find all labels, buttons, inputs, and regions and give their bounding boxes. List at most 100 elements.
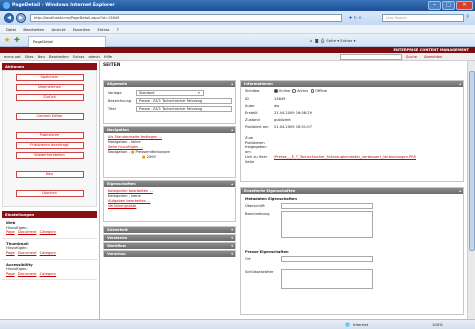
radio-offline-label[interactable]: Offline <box>315 89 327 93</box>
menu-bearbeiten[interactable]: Bearbeiten <box>23 27 44 32</box>
apply-button[interactable]: Übernehmen <box>15 84 84 91</box>
collapse-icon[interactable]: ▴ <box>231 81 233 87</box>
cms-menu-item[interactable]: admin <box>88 55 99 59</box>
zoom-level[interactable]: 100% <box>432 320 443 329</box>
template-select[interactable]: Standard <box>136 90 204 96</box>
publish-button[interactable]: Publizieren <box>15 132 84 139</box>
print-icon[interactable]: ⎙ <box>321 38 324 43</box>
designation-input[interactable]: Presse - E&T: Tschechischer Fahrzeug <box>136 98 232 104</box>
expand-icon[interactable]: ▾ <box>231 227 233 233</box>
cms-menu-item[interactable]: Bearbeiten <box>49 55 69 59</box>
versions-panel[interactable]: Versionen ▾ <box>103 234 236 241</box>
collapse-icon[interactable]: ▴ <box>459 188 461 194</box>
expand-icon[interactable]: ▾ <box>231 251 233 257</box>
delete-button[interactable]: Löschen <box>15 190 84 197</box>
tab-pagedetail[interactable]: PageDetail <box>28 36 106 47</box>
request-publish-button[interactable]: Publizieren beantragt <box>15 142 84 149</box>
refresh-stop-icons[interactable]: ✚ ↻ ✕ <box>349 14 377 22</box>
navigation-path-year[interactable]: 2009 <box>147 155 156 159</box>
back-button[interactable]: Zurück <box>15 94 84 101</box>
cms-menu-item[interactable]: ecms.net <box>4 55 21 59</box>
security-panel-title[interactable]: Sicherheit <box>107 228 128 232</box>
extended-properties-panel: Erweiterte Eigenschaften ▴ Metadaten Eige… <box>240 187 464 315</box>
add-document-link[interactable]: Document <box>18 272 37 276</box>
cms-menu-item[interactable]: Neu <box>38 55 45 59</box>
restore-button[interactable]: Wiederherstellen <box>15 152 84 159</box>
menu-datei[interactable]: Datei <box>6 27 16 32</box>
ie-search-input[interactable]: Live Search <box>382 14 464 22</box>
address-bar[interactable]: http://localhost/cms/PageDetail.aspx?id=… <box>30 14 342 22</box>
cms-search-button[interactable]: Suche <box>406 54 417 60</box>
internet-zone-icon: 🌐 <box>345 322 350 327</box>
navigation-path-item[interactable]: Pressemitteilungen <box>136 150 171 154</box>
add-page-link[interactable]: Page <box>6 272 15 276</box>
versions-panel-title[interactable]: Versionen <box>107 236 127 240</box>
collapse-icon[interactable]: ▴ <box>459 81 461 87</box>
save-button[interactable]: Speichern <box>15 74 84 81</box>
properties-panel: Eigenschaften ▴ Kategorien bearbeiten ...… <box>103 180 236 222</box>
add-favorite-icon[interactable]: ✚ <box>14 37 20 44</box>
visibility-radio-group[interactable]: Online Archiv Offline <box>274 89 327 94</box>
add-category-link[interactable]: Category <box>40 272 56 276</box>
security-panel[interactable]: Sicherheit ▾ <box>103 226 236 233</box>
preview-panel[interactable]: Vorschau ▾ <box>103 250 236 257</box>
add-page-link[interactable]: Page <box>6 230 15 234</box>
add-page-link[interactable]: Page <box>6 251 15 255</box>
add-category-link[interactable]: Category <box>40 230 56 234</box>
menu-favoriten[interactable]: Favoriten <box>73 27 91 32</box>
expand-icon[interactable]: ▾ <box>231 243 233 249</box>
link-list-link[interactable]: Verlinkungsliste <box>104 204 235 209</box>
title-input[interactable]: Presse - E&T: Tschechischer Fahrzeug <box>136 106 232 112</box>
ie-tools-label[interactable]: Seite ▾ Extras ▾ <box>326 38 355 43</box>
expand-icon[interactable]: ▾ <box>231 235 233 241</box>
collapse-icon[interactable]: ▴ <box>231 127 233 133</box>
page-url-link[interactable]: /Presse_-_E_T_Tschechischer_Fahrzeughers… <box>274 155 416 160</box>
home-icon[interactable]: ⌂ <box>310 38 312 43</box>
radio-archive[interactable] <box>292 89 297 93</box>
page-scrollbar[interactable] <box>467 61 475 319</box>
content-editor-button[interactable]: Content Editor <box>15 113 84 120</box>
new-button[interactable]: Neu <box>15 171 84 178</box>
maximize-button[interactable]: □ <box>442 1 455 10</box>
feeds-icon[interactable]: ◙ <box>315 38 319 43</box>
collapse-icon[interactable]: ▴ <box>231 181 233 187</box>
add-category-link[interactable]: Category <box>40 251 56 255</box>
add-document-link[interactable]: Document <box>18 230 37 234</box>
search-icon[interactable]: ⚲ <box>466 14 470 20</box>
folder-icon: ■ <box>130 150 135 154</box>
radio-online-label[interactable]: Online <box>279 89 291 93</box>
favorites-star-icon[interactable]: ★ <box>4 37 10 44</box>
workflow-panel[interactable]: Workflow ▾ <box>103 242 236 249</box>
created-label: Erstellt <box>245 111 258 115</box>
published-label: Publiziert am <box>245 125 269 129</box>
cms-menu-item[interactable]: Hilfe <box>104 55 112 59</box>
scrollbar-thumb[interactable] <box>469 71 475 251</box>
cms-menu-item[interactable]: Sites <box>25 55 34 59</box>
back-icon[interactable]: ◀ <box>4 13 14 23</box>
cms-menu-bar: ecms.net Sites Neu Bearbeiten Extras adm… <box>0 53 475 61</box>
radio-online[interactable] <box>274 89 278 93</box>
headline-input[interactable] <box>281 203 373 209</box>
keywords-textarea[interactable] <box>281 269 373 289</box>
description-textarea[interactable] <box>281 211 373 238</box>
radio-offline[interactable] <box>310 89 315 93</box>
window-title: PageDetail - Windows Internet Explorer <box>12 3 115 8</box>
location-input[interactable] <box>281 256 373 262</box>
minimize-button[interactable]: – <box>428 1 441 10</box>
location-label: Ort <box>245 257 251 261</box>
cms-menu-item[interactable]: Extras <box>73 55 84 59</box>
add-document-link[interactable]: Document <box>18 251 37 255</box>
radio-archive-label[interactable]: Archiv <box>297 89 308 93</box>
menu-ansicht[interactable]: Ansicht <box>51 27 65 32</box>
forward-icon[interactable]: ▶ <box>16 13 26 23</box>
menu-extras[interactable]: Extras <box>98 27 110 32</box>
preview-panel-title[interactable]: Vorschau <box>107 252 126 256</box>
workflow-panel-title[interactable]: Workflow <box>107 244 126 248</box>
logout-link[interactable]: Abmelden <box>424 54 442 60</box>
menu-help[interactable]: ? <box>117 27 119 32</box>
close-button[interactable]: ✕ <box>456 1 473 10</box>
chevron-down-icon[interactable]: ▾ <box>198 89 200 97</box>
created-value: 21.04.2009 16:08:29 <box>274 111 312 115</box>
cms-search-input[interactable] <box>340 54 402 60</box>
ie-command-bar[interactable]: ⌂ ◙ ⎙ Seite ▾ Extras ▾ <box>310 37 355 45</box>
